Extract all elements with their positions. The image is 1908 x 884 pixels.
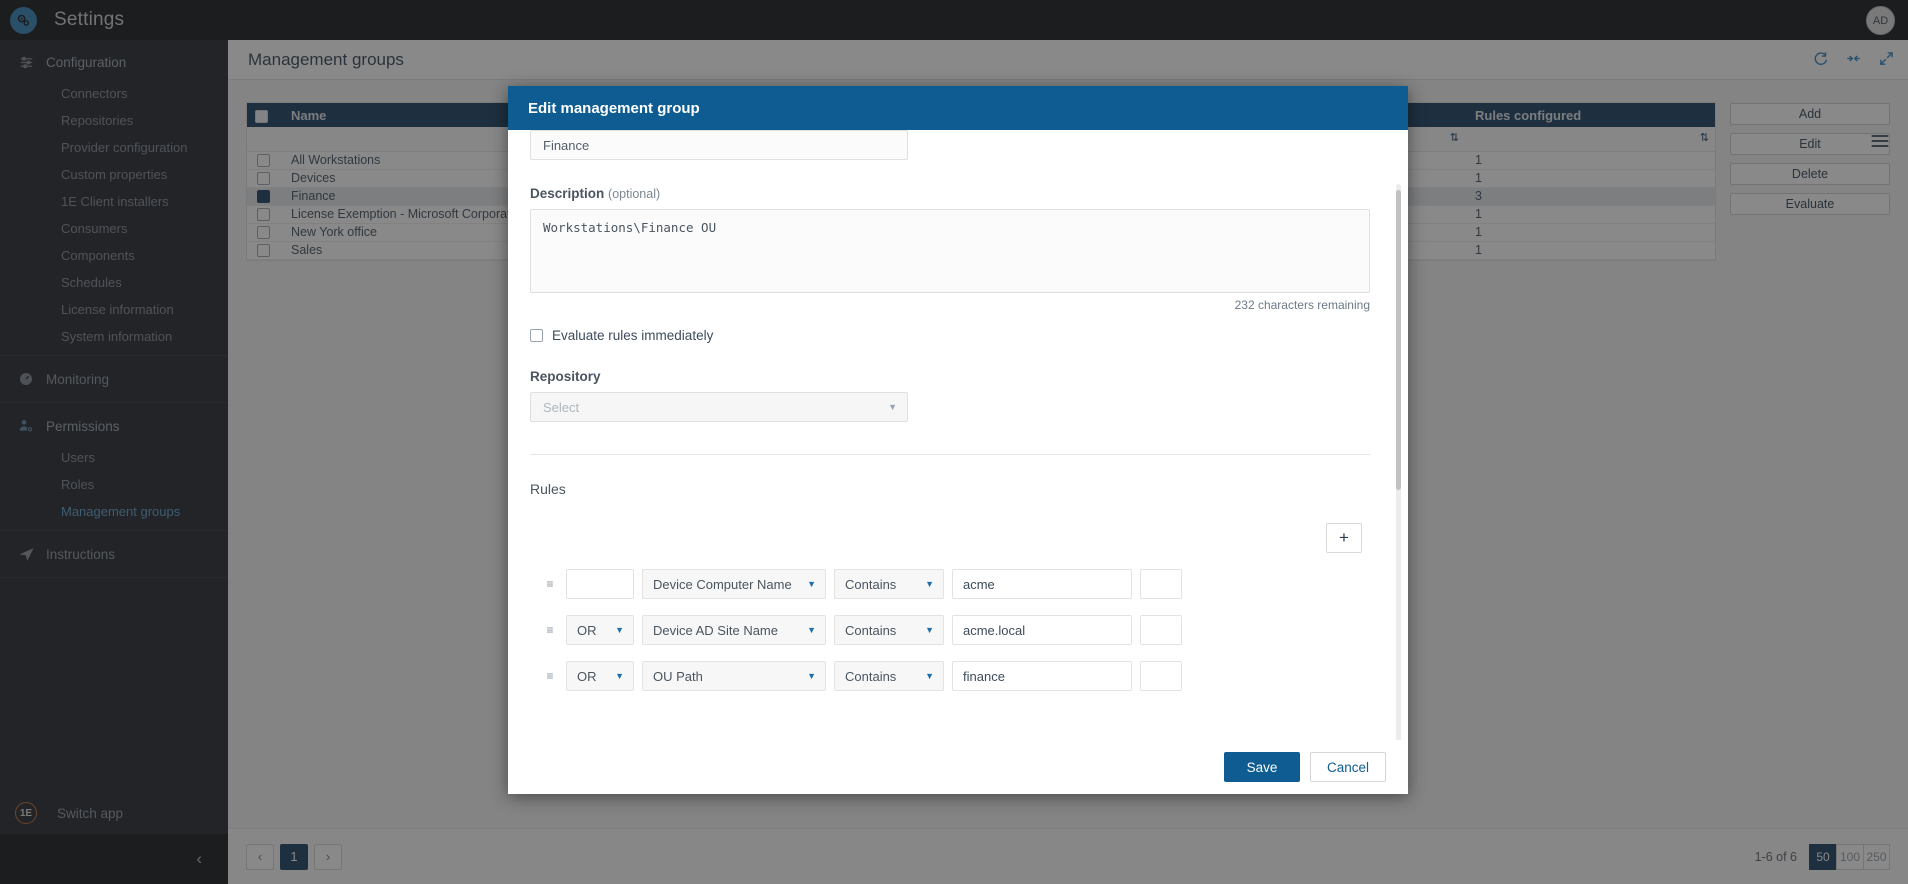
rule-property-value: Device Computer Name	[653, 576, 792, 592]
repository-select-value: Select	[543, 399, 580, 415]
rule-property-value: OU Path	[653, 668, 703, 684]
app-root: Settings AD Configuration Connectors Rep…	[0, 0, 1908, 884]
rule-value-input[interactable]: acme	[952, 569, 1132, 599]
chevron-down-icon: ▼	[925, 625, 934, 635]
rule-property-select[interactable]: Device AD Site Name ▼	[642, 615, 826, 645]
add-rule-button[interactable]: +	[1326, 523, 1362, 553]
rule-row: ≡ OR ▼ Device AD Site Name ▼ Contains ▼ …	[530, 615, 1384, 645]
dialog-scrollbar-thumb[interactable]	[1396, 190, 1401, 490]
chevron-down-icon: ▼	[925, 671, 934, 681]
rule-operator-value: Contains	[845, 668, 897, 684]
rule-operator-select[interactable]: Contains ▼	[834, 661, 944, 691]
chevron-down-icon: ▼	[888, 402, 897, 412]
rule-value-input[interactable]: finance	[952, 661, 1132, 691]
section-divider	[530, 454, 1370, 455]
rule-row-tail	[1140, 615, 1182, 645]
rule-row: ≡ OR ▼ OU Path ▼ Contains ▼ finance	[530, 661, 1384, 691]
rule-conjunction-select[interactable]: OR ▼	[566, 615, 634, 645]
rule-property-select[interactable]: Device Computer Name ▼	[642, 569, 826, 599]
description-label-text: Description	[530, 186, 605, 201]
rule-operator-select[interactable]: Contains ▼	[834, 569, 944, 599]
plus-icon: +	[1339, 528, 1349, 547]
rule-row-tail	[1140, 569, 1182, 599]
rules-label: Rules	[530, 481, 566, 497]
rule-conjunction-select[interactable]	[566, 569, 634, 599]
description-label: Description (optional)	[530, 186, 1384, 201]
description-textarea[interactable]: Workstations\Finance OU	[530, 209, 1370, 293]
characters-remaining-label: 232 characters remaining	[1234, 298, 1370, 312]
chevron-down-icon: ▼	[615, 671, 624, 681]
evaluate-rules-label: Evaluate rules immediately	[552, 328, 714, 343]
name-input[interactable]: Finance	[530, 130, 908, 160]
description-optional-text: (optional)	[608, 187, 661, 201]
save-button[interactable]: Save	[1224, 752, 1300, 782]
drag-handle-icon[interactable]: ≡	[542, 577, 558, 591]
drag-handle-icon[interactable]: ≡	[542, 669, 558, 683]
chevron-down-icon: ▼	[807, 671, 816, 681]
rule-property-select[interactable]: OU Path ▼	[642, 661, 826, 691]
rule-operator-select[interactable]: Contains ▼	[834, 615, 944, 645]
rule-property-value: Device AD Site Name	[653, 622, 778, 638]
repository-label: Repository	[530, 369, 1384, 384]
dialog-footer: Save Cancel	[508, 740, 1408, 794]
chevron-down-icon: ▼	[615, 625, 624, 635]
chevron-down-icon: ▼	[925, 579, 934, 589]
chevron-down-icon: ▼	[807, 579, 816, 589]
rule-conjunction-select[interactable]: OR ▼	[566, 661, 634, 691]
evaluate-rules-checkbox[interactable]	[530, 329, 543, 342]
rule-conjunction-value: OR	[577, 622, 597, 638]
dialog-body: Finance Description (optional) Workstati…	[508, 130, 1408, 740]
repository-select[interactable]: Select ▼	[530, 392, 908, 422]
rule-value-input[interactable]: acme.local	[952, 615, 1132, 645]
drag-handle-icon[interactable]: ≡	[542, 623, 558, 637]
rule-operator-value: Contains	[845, 576, 897, 592]
evaluate-rules-row[interactable]: Evaluate rules immediately	[530, 328, 1384, 343]
rule-row-tail	[1140, 661, 1182, 691]
repository-label-text: Repository	[530, 369, 601, 384]
chevron-down-icon: ▼	[807, 625, 816, 635]
edit-management-group-dialog: Edit management group Finance Descriptio…	[508, 86, 1408, 794]
dialog-title: Edit management group	[508, 86, 1408, 130]
rule-row: ≡ Device Computer Name ▼ Contains ▼ acme	[530, 569, 1384, 599]
rule-operator-value: Contains	[845, 622, 897, 638]
rule-conjunction-value: OR	[577, 668, 597, 684]
cancel-button[interactable]: Cancel	[1310, 752, 1386, 782]
